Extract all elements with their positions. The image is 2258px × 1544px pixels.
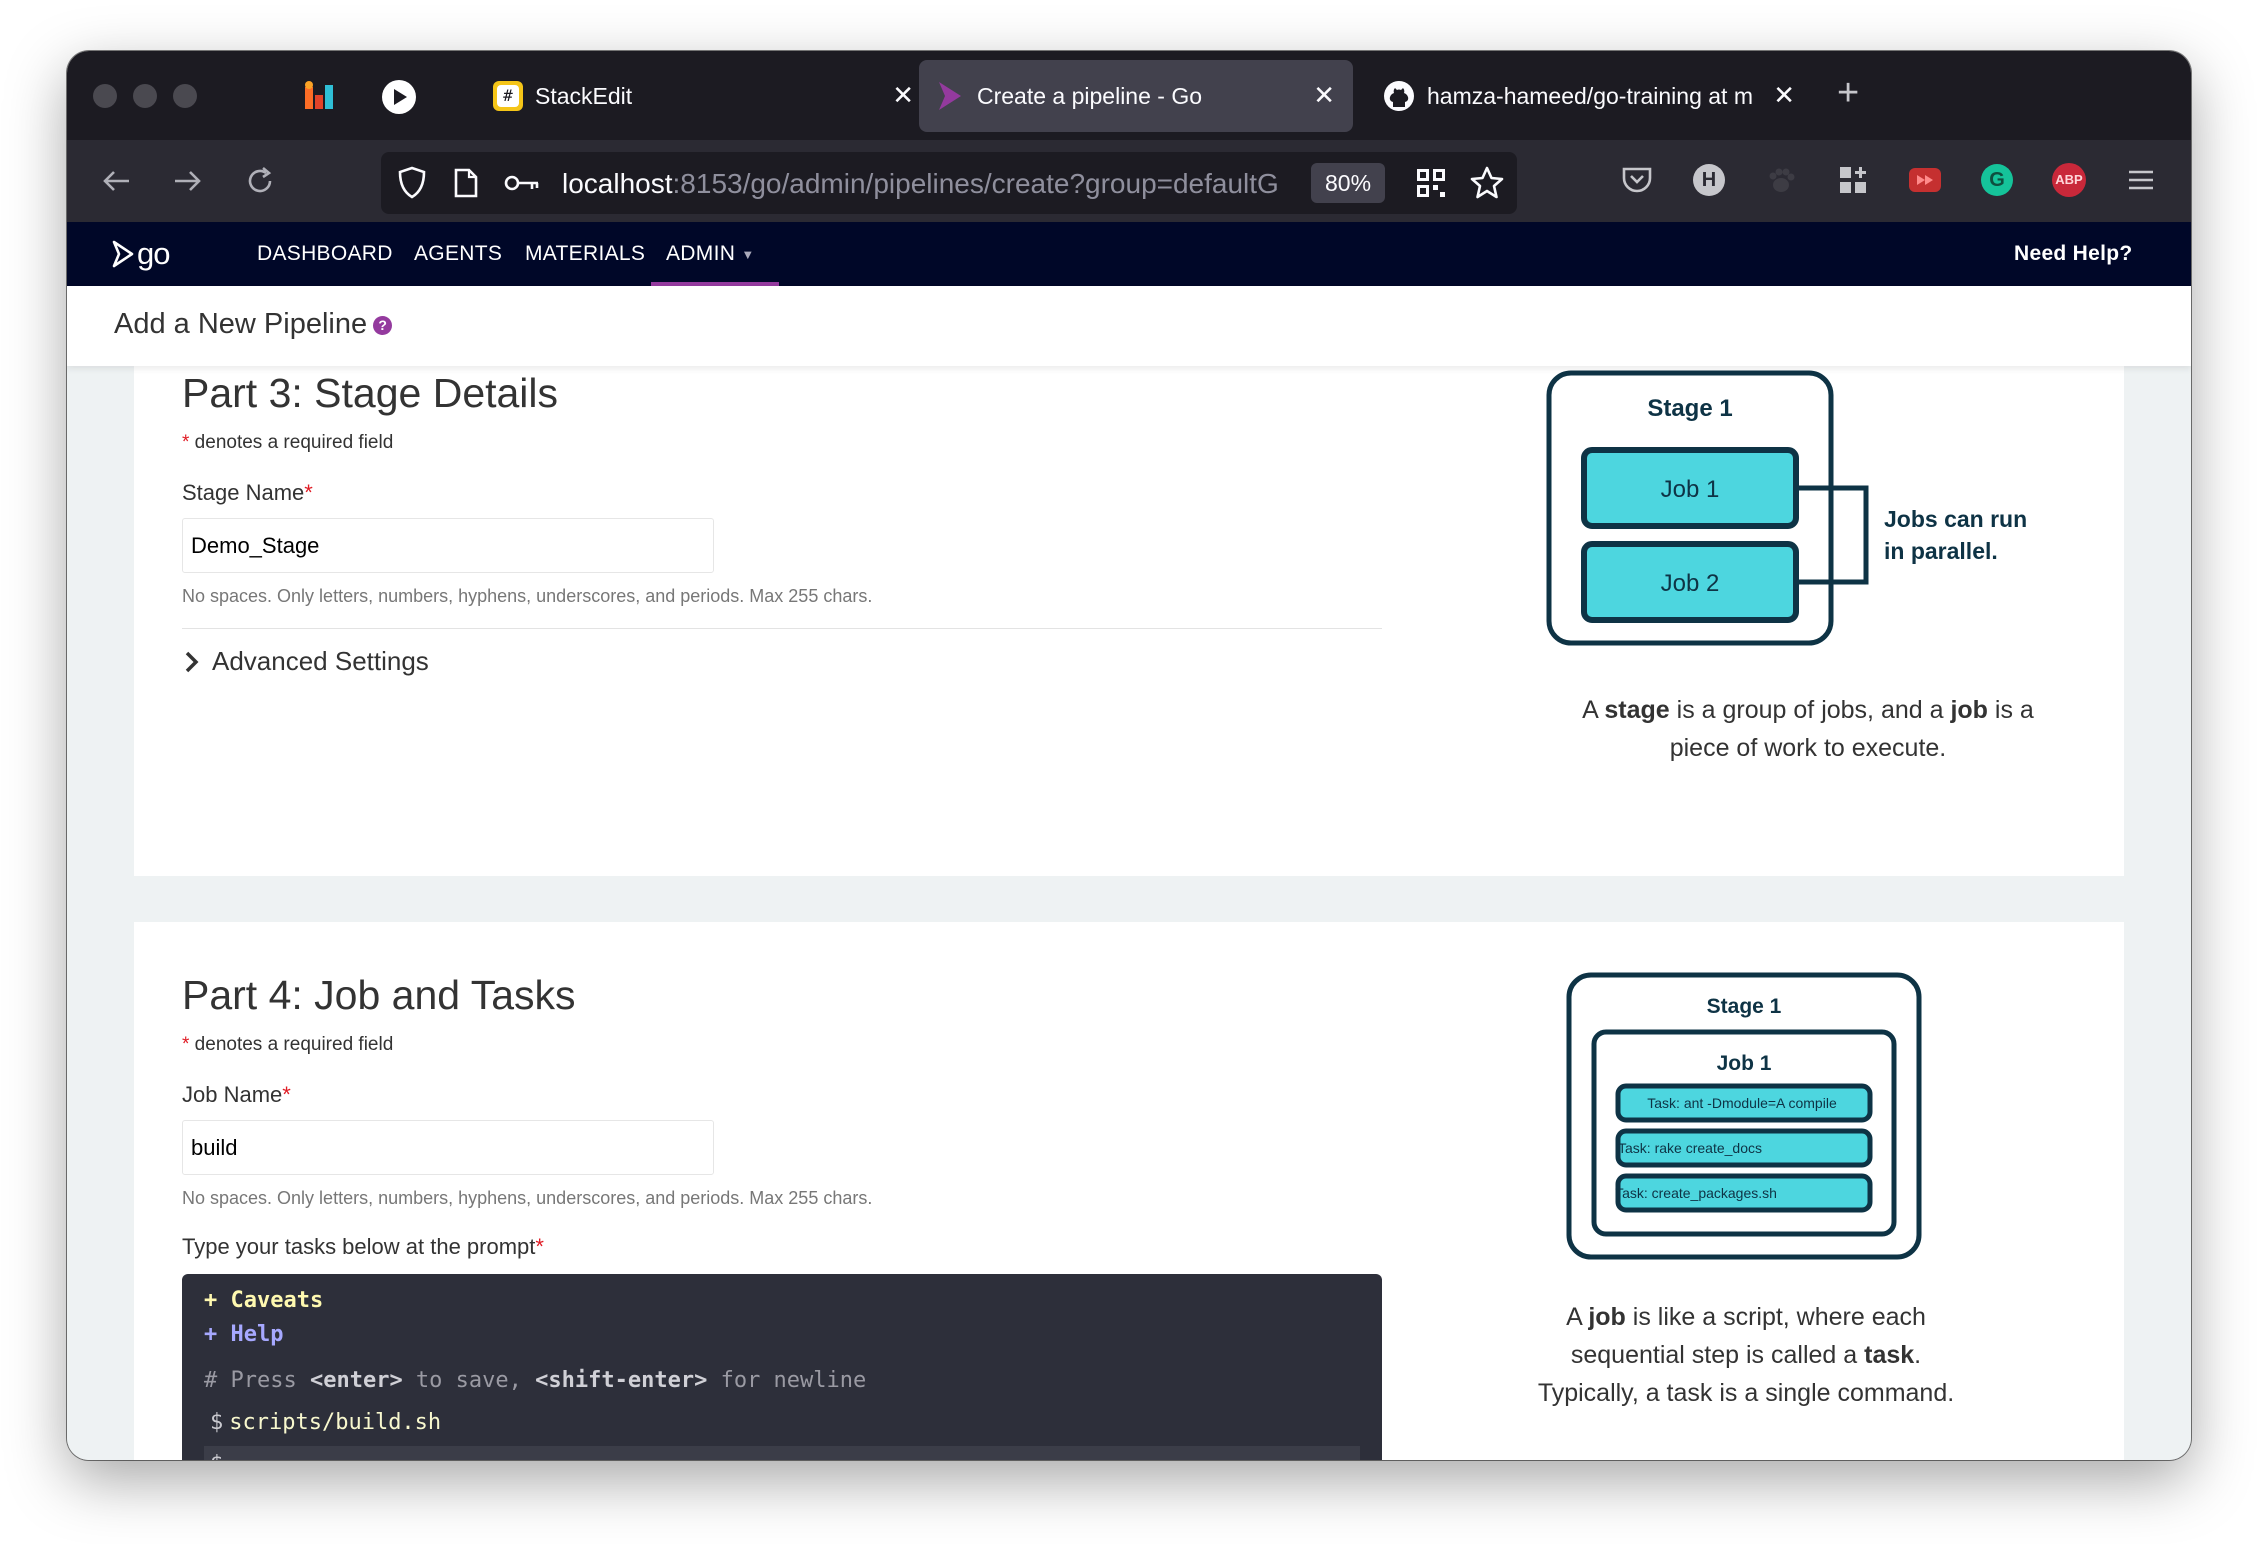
honey-extension-icon[interactable]: H bbox=[1689, 160, 1729, 200]
terminal-instructions: # Press <enter> to save, <shift-enter> f… bbox=[204, 1368, 867, 1393]
task-terminal[interactable]: + Caveats + Help # Press <enter> to save… bbox=[182, 1274, 1382, 1460]
job-caption: A job is like a script, where each seque… bbox=[1537, 1303, 1955, 1407]
shield-icon[interactable] bbox=[397, 166, 427, 205]
page-header: Add a New Pipeline? bbox=[67, 286, 2191, 366]
stage-caption: A stage is a group of jobs, and a job is… bbox=[1582, 696, 2034, 762]
job-name-hint: No spaces. Only letters, numbers, hyphen… bbox=[182, 1188, 873, 1208]
diagram-note: Jobs can run bbox=[1884, 506, 2027, 532]
pinned-tab-gitlab-icon[interactable] bbox=[300, 77, 340, 117]
diagram-task-label: Task: create_packages.sh bbox=[1615, 1185, 1777, 1201]
tab-title: Create a pipeline - Go bbox=[977, 83, 1203, 109]
job-tasks-panel: Part 4: Job and Tasks * denotes a requir… bbox=[134, 922, 2124, 1460]
chevron-right-icon bbox=[185, 651, 199, 672]
app-navbar: go DASHBOARD AGENTS MATERIALS ADMIN ▼ Ne… bbox=[67, 222, 2191, 287]
diagram-task-label: Task: ant -Dmodule=A compile bbox=[1647, 1095, 1837, 1111]
stage-name-hint: No spaces. Only letters, numbers, hyphen… bbox=[182, 586, 873, 606]
nav-dashboard[interactable]: DASHBOARD bbox=[257, 242, 393, 266]
browser-window: # StackEdit ✕ Create a pipeline - Go ✕ h… bbox=[67, 51, 2191, 1460]
page-title: Add a New Pipeline? bbox=[114, 308, 393, 341]
help-toggle[interactable]: + Help bbox=[204, 1322, 283, 1347]
new-tab-icon[interactable]: + bbox=[1837, 73, 1859, 113]
section-title: Part 3: Stage Details bbox=[182, 370, 559, 416]
tab-github[interactable]: hamza-hameed/go-training at m ✕ bbox=[1367, 60, 1807, 132]
zoom-level-button[interactable]: 80% bbox=[1311, 163, 1386, 203]
diagram-job-label: Job 1 bbox=[1717, 1052, 1772, 1075]
help-icon[interactable]: ? bbox=[373, 315, 393, 335]
nav-admin[interactable]: ADMIN ▼ bbox=[666, 242, 754, 266]
diagram-note: in parallel. bbox=[1884, 538, 1998, 564]
go-favicon-icon bbox=[935, 80, 965, 118]
nav-agents[interactable]: AGENTS bbox=[414, 242, 502, 266]
close-tab-icon[interactable]: ✕ bbox=[1773, 82, 1795, 108]
maximize-window-button[interactable] bbox=[173, 84, 197, 108]
divider bbox=[182, 628, 1382, 629]
tab-bar: # StackEdit ✕ Create a pipeline - Go ✕ h… bbox=[67, 51, 2191, 140]
close-tab-icon[interactable]: ✕ bbox=[892, 82, 914, 108]
grammarly-icon[interactable]: G bbox=[1977, 160, 2017, 200]
tab-title: StackEdit bbox=[535, 83, 633, 109]
diagram-job-label: Job 2 bbox=[1661, 570, 1720, 597]
bookmark-star-icon[interactable] bbox=[1469, 165, 1505, 206]
caret-down-icon: ▼ bbox=[741, 246, 755, 262]
diagram-task-label: Task: rake create_docs bbox=[1618, 1140, 1762, 1156]
task-entry[interactable]: $ scripts/build.sh bbox=[210, 1410, 441, 1435]
navigation-toolbar: localhost:8153/go/admin/pipelines/create… bbox=[67, 140, 2191, 222]
diagram-job-label: Job 1 bbox=[1661, 476, 1720, 503]
github-favicon-icon bbox=[1383, 80, 1415, 118]
forward-icon[interactable] bbox=[165, 158, 211, 204]
tab-create-pipeline[interactable]: Create a pipeline - Go ✕ bbox=[919, 60, 1353, 132]
caveats-toggle[interactable]: + Caveats bbox=[204, 1288, 323, 1313]
diagram-stage-label: Stage 1 bbox=[1707, 995, 1782, 1018]
extensions-icon[interactable] bbox=[1833, 160, 1873, 200]
tab-title: hamza-hameed/go-training at m bbox=[1427, 83, 1753, 109]
menu-icon[interactable] bbox=[2121, 160, 2161, 200]
key-icon[interactable] bbox=[503, 172, 541, 199]
video-extension-icon[interactable] bbox=[1905, 160, 1945, 200]
stage-details-panel: Part 3: Stage Details * denotes a requir… bbox=[134, 366, 2124, 876]
go-logo-icon bbox=[112, 240, 134, 268]
stage-diagram: Stage 1 Job 1 Job 2 Jobs can run in para… bbox=[1546, 370, 2027, 646]
advanced-settings-toggle[interactable]: Advanced Settings bbox=[182, 646, 429, 677]
task-prompt-input[interactable]: $ bbox=[204, 1446, 1360, 1460]
tab-stackedit[interactable]: # StackEdit ✕ bbox=[477, 60, 932, 132]
job-name-label: Job Name* bbox=[182, 1082, 291, 1107]
required-note: * denotes a required field bbox=[182, 1034, 394, 1055]
page-icon[interactable] bbox=[453, 168, 479, 203]
paw-extension-icon[interactable] bbox=[1761, 160, 1801, 200]
pocket-icon[interactable] bbox=[1617, 160, 1657, 200]
minimize-window-button[interactable] bbox=[133, 84, 157, 108]
tasks-label: Type your tasks below at the prompt* bbox=[182, 1234, 544, 1259]
close-tab-icon[interactable]: ✕ bbox=[1313, 82, 1335, 108]
url-bar[interactable]: localhost:8153/go/admin/pipelines/create… bbox=[381, 152, 1517, 214]
nav-materials[interactable]: MATERIALS bbox=[525, 242, 645, 266]
required-note: * denotes a required field bbox=[182, 432, 394, 453]
stage-name-input[interactable] bbox=[182, 518, 714, 573]
stage-name-label: Stage Name* bbox=[182, 480, 313, 505]
main-content: Part 3: Stage Details * denotes a requir… bbox=[67, 366, 2191, 1460]
diagram-stage-label: Stage 1 bbox=[1647, 395, 1732, 422]
adblock-plus-icon[interactable]: ABP bbox=[2049, 160, 2089, 200]
qr-code-icon[interactable] bbox=[1415, 167, 1447, 204]
url-text[interactable]: localhost:8153/go/admin/pipelines/create… bbox=[562, 168, 1302, 200]
section-title: Part 4: Job and Tasks bbox=[182, 972, 576, 1018]
job-diagram: Stage 1 Job 1 Task: ant -Dmodule=A compi… bbox=[1566, 972, 1922, 1260]
job-name-input[interactable] bbox=[182, 1120, 714, 1175]
reload-icon[interactable] bbox=[237, 158, 283, 204]
need-help-link[interactable]: Need Help? bbox=[2014, 242, 2133, 266]
go-logo[interactable]: go bbox=[111, 236, 170, 272]
pinned-tab-play-icon[interactable] bbox=[379, 77, 419, 117]
stackedit-favicon-icon: # bbox=[493, 81, 523, 111]
close-window-button[interactable] bbox=[93, 84, 117, 108]
back-icon[interactable] bbox=[93, 158, 139, 204]
